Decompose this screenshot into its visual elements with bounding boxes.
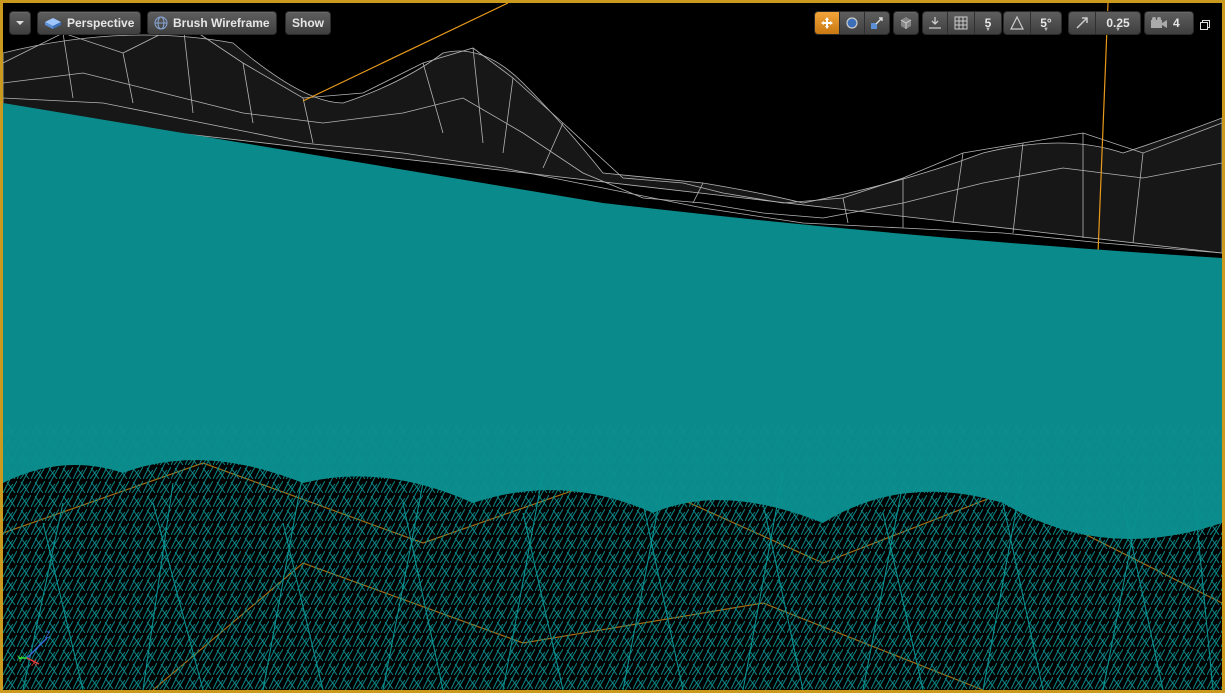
rotation-snap-value[interactable]: 5° ▼: [1031, 12, 1061, 34]
surface-snap-toggle[interactable]: [923, 12, 948, 34]
wireframe-scene[interactable]: [3, 3, 1222, 690]
angle-icon: [1010, 16, 1024, 30]
view-mode-button[interactable]: Perspective: [37, 11, 142, 35]
transform-tools[interactable]: [814, 11, 890, 35]
scale-icon: [871, 17, 883, 29]
surface-snap-icon: [929, 17, 941, 29]
maximize-icon: [1200, 20, 1210, 30]
axis-y-label: Y: [17, 654, 23, 664]
show-label: Show: [292, 16, 324, 30]
axis-x-label: X: [31, 658, 37, 668]
translate-icon: [821, 17, 833, 29]
camera-speed-value: 4: [1173, 16, 1180, 30]
scale-arrow-icon: [1076, 17, 1088, 29]
scale-snap-toggle[interactable]: [1069, 12, 1096, 34]
camera-speed-button[interactable]: 4: [1144, 11, 1194, 35]
wireframe-sphere-icon: [154, 16, 168, 30]
rotation-snap-tools[interactable]: 5° ▼: [1003, 11, 1062, 35]
snap-tools[interactable]: 5 ▼: [922, 11, 1002, 35]
grid-snap-value[interactable]: 5 ▼: [975, 12, 1001, 34]
scale-snap-tools[interactable]: 0.25 ▼: [1068, 11, 1141, 35]
view-mode-label: Perspective: [67, 16, 135, 30]
axis-gizmo: Z Y X: [17, 630, 51, 668]
perspective-cube-icon: [44, 16, 62, 30]
viewport-options-menu[interactable]: [9, 11, 31, 35]
rotate-icon: [846, 17, 858, 29]
grid-snap-toggle[interactable]: [948, 12, 975, 34]
maximize-button[interactable]: [1200, 17, 1210, 30]
viewport[interactable]: Perspective Brush Wireframe Show 5 ▼ 5° …: [0, 0, 1225, 693]
axis-z-label: Z: [45, 630, 51, 640]
render-mode-button[interactable]: Brush Wireframe: [147, 11, 277, 35]
grid-icon: [954, 16, 968, 30]
scale-tool[interactable]: [865, 12, 889, 34]
render-mode-label: Brush Wireframe: [173, 16, 270, 30]
world-cube-icon: [900, 17, 912, 29]
show-button[interactable]: Show: [285, 11, 331, 35]
chevron-down-icon: [16, 21, 24, 25]
coordinate-system-button[interactable]: [893, 11, 919, 35]
rotate-tool[interactable]: [840, 12, 865, 34]
rotation-snap-toggle[interactable]: [1004, 12, 1031, 34]
camera-icon: [1150, 17, 1168, 29]
translate-tool[interactable]: [815, 12, 840, 34]
scale-snap-value[interactable]: 0.25 ▼: [1096, 12, 1140, 34]
